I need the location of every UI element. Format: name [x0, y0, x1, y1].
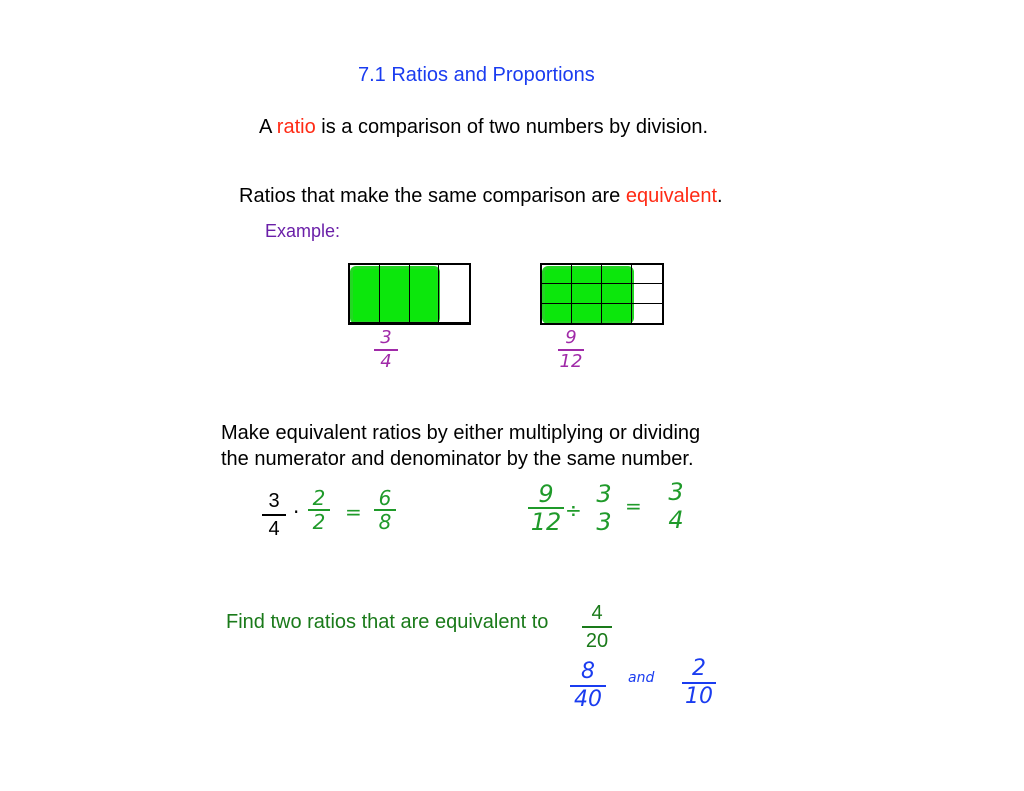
- term-equivalent: equivalent: [625, 185, 718, 207]
- method-text: Make equivalent ratios by either multipl…: [221, 420, 700, 472]
- grid-cell: [572, 265, 602, 285]
- divide-operator: ÷: [565, 498, 582, 522]
- denominator: 20: [585, 629, 609, 652]
- definition-suffix: is a comparison of two numbers by divisi…: [315, 116, 709, 138]
- answer-connector: and: [628, 670, 655, 686]
- exercise-prompt: Find two ratios that are equivalent to: [226, 611, 549, 633]
- grid-cell: [602, 303, 632, 323]
- grid-cell: [409, 265, 440, 323]
- equivalence-statement: Ratios that make the same comparison are…: [239, 185, 723, 208]
- fraction-bar: [582, 626, 612, 628]
- numerator: 3: [596, 480, 612, 508]
- ratio-definition: A ratio is a comparison of two numbers b…: [259, 116, 708, 139]
- grid-cell: [602, 284, 632, 304]
- fraction-bar: [262, 514, 286, 516]
- answer-2-fraction: 2 10: [682, 657, 716, 709]
- grid-cell: [379, 265, 410, 323]
- numerator: 2: [692, 656, 706, 681]
- denominator: 4: [668, 506, 684, 534]
- model-2-fraction-label: 9 12: [558, 328, 584, 372]
- grid-cell: [350, 265, 380, 323]
- model-1-fraction-label: 3 4: [374, 328, 398, 372]
- divide-result-fraction: 3 4: [662, 480, 690, 532]
- answer-1-fraction: 8 40: [570, 660, 606, 712]
- denominator: 4: [268, 517, 280, 540]
- numerator: 8: [581, 659, 595, 684]
- divide-start-fraction: 9 12: [528, 482, 564, 534]
- numerator: 9: [538, 480, 554, 508]
- denominator: 3: [596, 508, 612, 536]
- numerator: 3: [668, 478, 684, 506]
- fraction-model-9-12: [540, 263, 664, 325]
- denominator: 8: [378, 510, 392, 534]
- grid-cell: [439, 265, 469, 323]
- denominator: 12: [559, 351, 583, 372]
- multiply-operator: ·: [293, 500, 300, 524]
- page-title: 7.1 Ratios and Proportions: [358, 64, 595, 86]
- numerator: 6: [378, 486, 392, 510]
- grid-cell: [572, 303, 602, 323]
- grid-cell: [542, 303, 572, 323]
- grid-cell: [572, 284, 602, 304]
- grid-cell: [542, 265, 572, 285]
- denominator: 12: [530, 508, 562, 536]
- equivalence-prefix: Ratios that make the same comparison are: [239, 185, 626, 207]
- example-label: Example:: [265, 221, 341, 241]
- exercise-target-fraction: 4 20: [582, 602, 612, 652]
- multiply-result-fraction: 6 8: [374, 488, 396, 532]
- multiply-equals: =: [345, 500, 362, 524]
- denominator: 4: [380, 351, 392, 372]
- numerator: 3: [380, 327, 392, 348]
- equivalence-suffix: .: [717, 185, 723, 207]
- numerator: 4: [591, 602, 603, 624]
- fraction-model-3-4: [348, 263, 471, 325]
- grid-cell: [542, 284, 572, 304]
- multiply-factor-fraction: 2 2: [308, 488, 330, 532]
- method-line-1: Make equivalent ratios by either multipl…: [221, 422, 701, 444]
- denominator: 40: [574, 687, 602, 712]
- denominator: 10: [685, 684, 713, 709]
- term-ratio: ratio: [276, 116, 316, 138]
- divide-equals: =: [625, 494, 642, 518]
- grid-cell: [602, 265, 632, 285]
- grid-cell: [632, 284, 662, 304]
- numerator: 2: [312, 486, 326, 510]
- method-line-2: the numerator and denominator by the sam…: [221, 448, 694, 470]
- divide-factor-fraction: 3 3: [590, 482, 618, 534]
- denominator: 2: [312, 510, 326, 534]
- multiply-start-fraction: 3 4: [262, 490, 286, 540]
- grid-cell: [632, 265, 662, 285]
- numerator: 9: [565, 327, 577, 348]
- numerator: 3: [268, 490, 280, 512]
- definition-prefix: A: [259, 116, 277, 138]
- grid-cell: [632, 304, 662, 323]
